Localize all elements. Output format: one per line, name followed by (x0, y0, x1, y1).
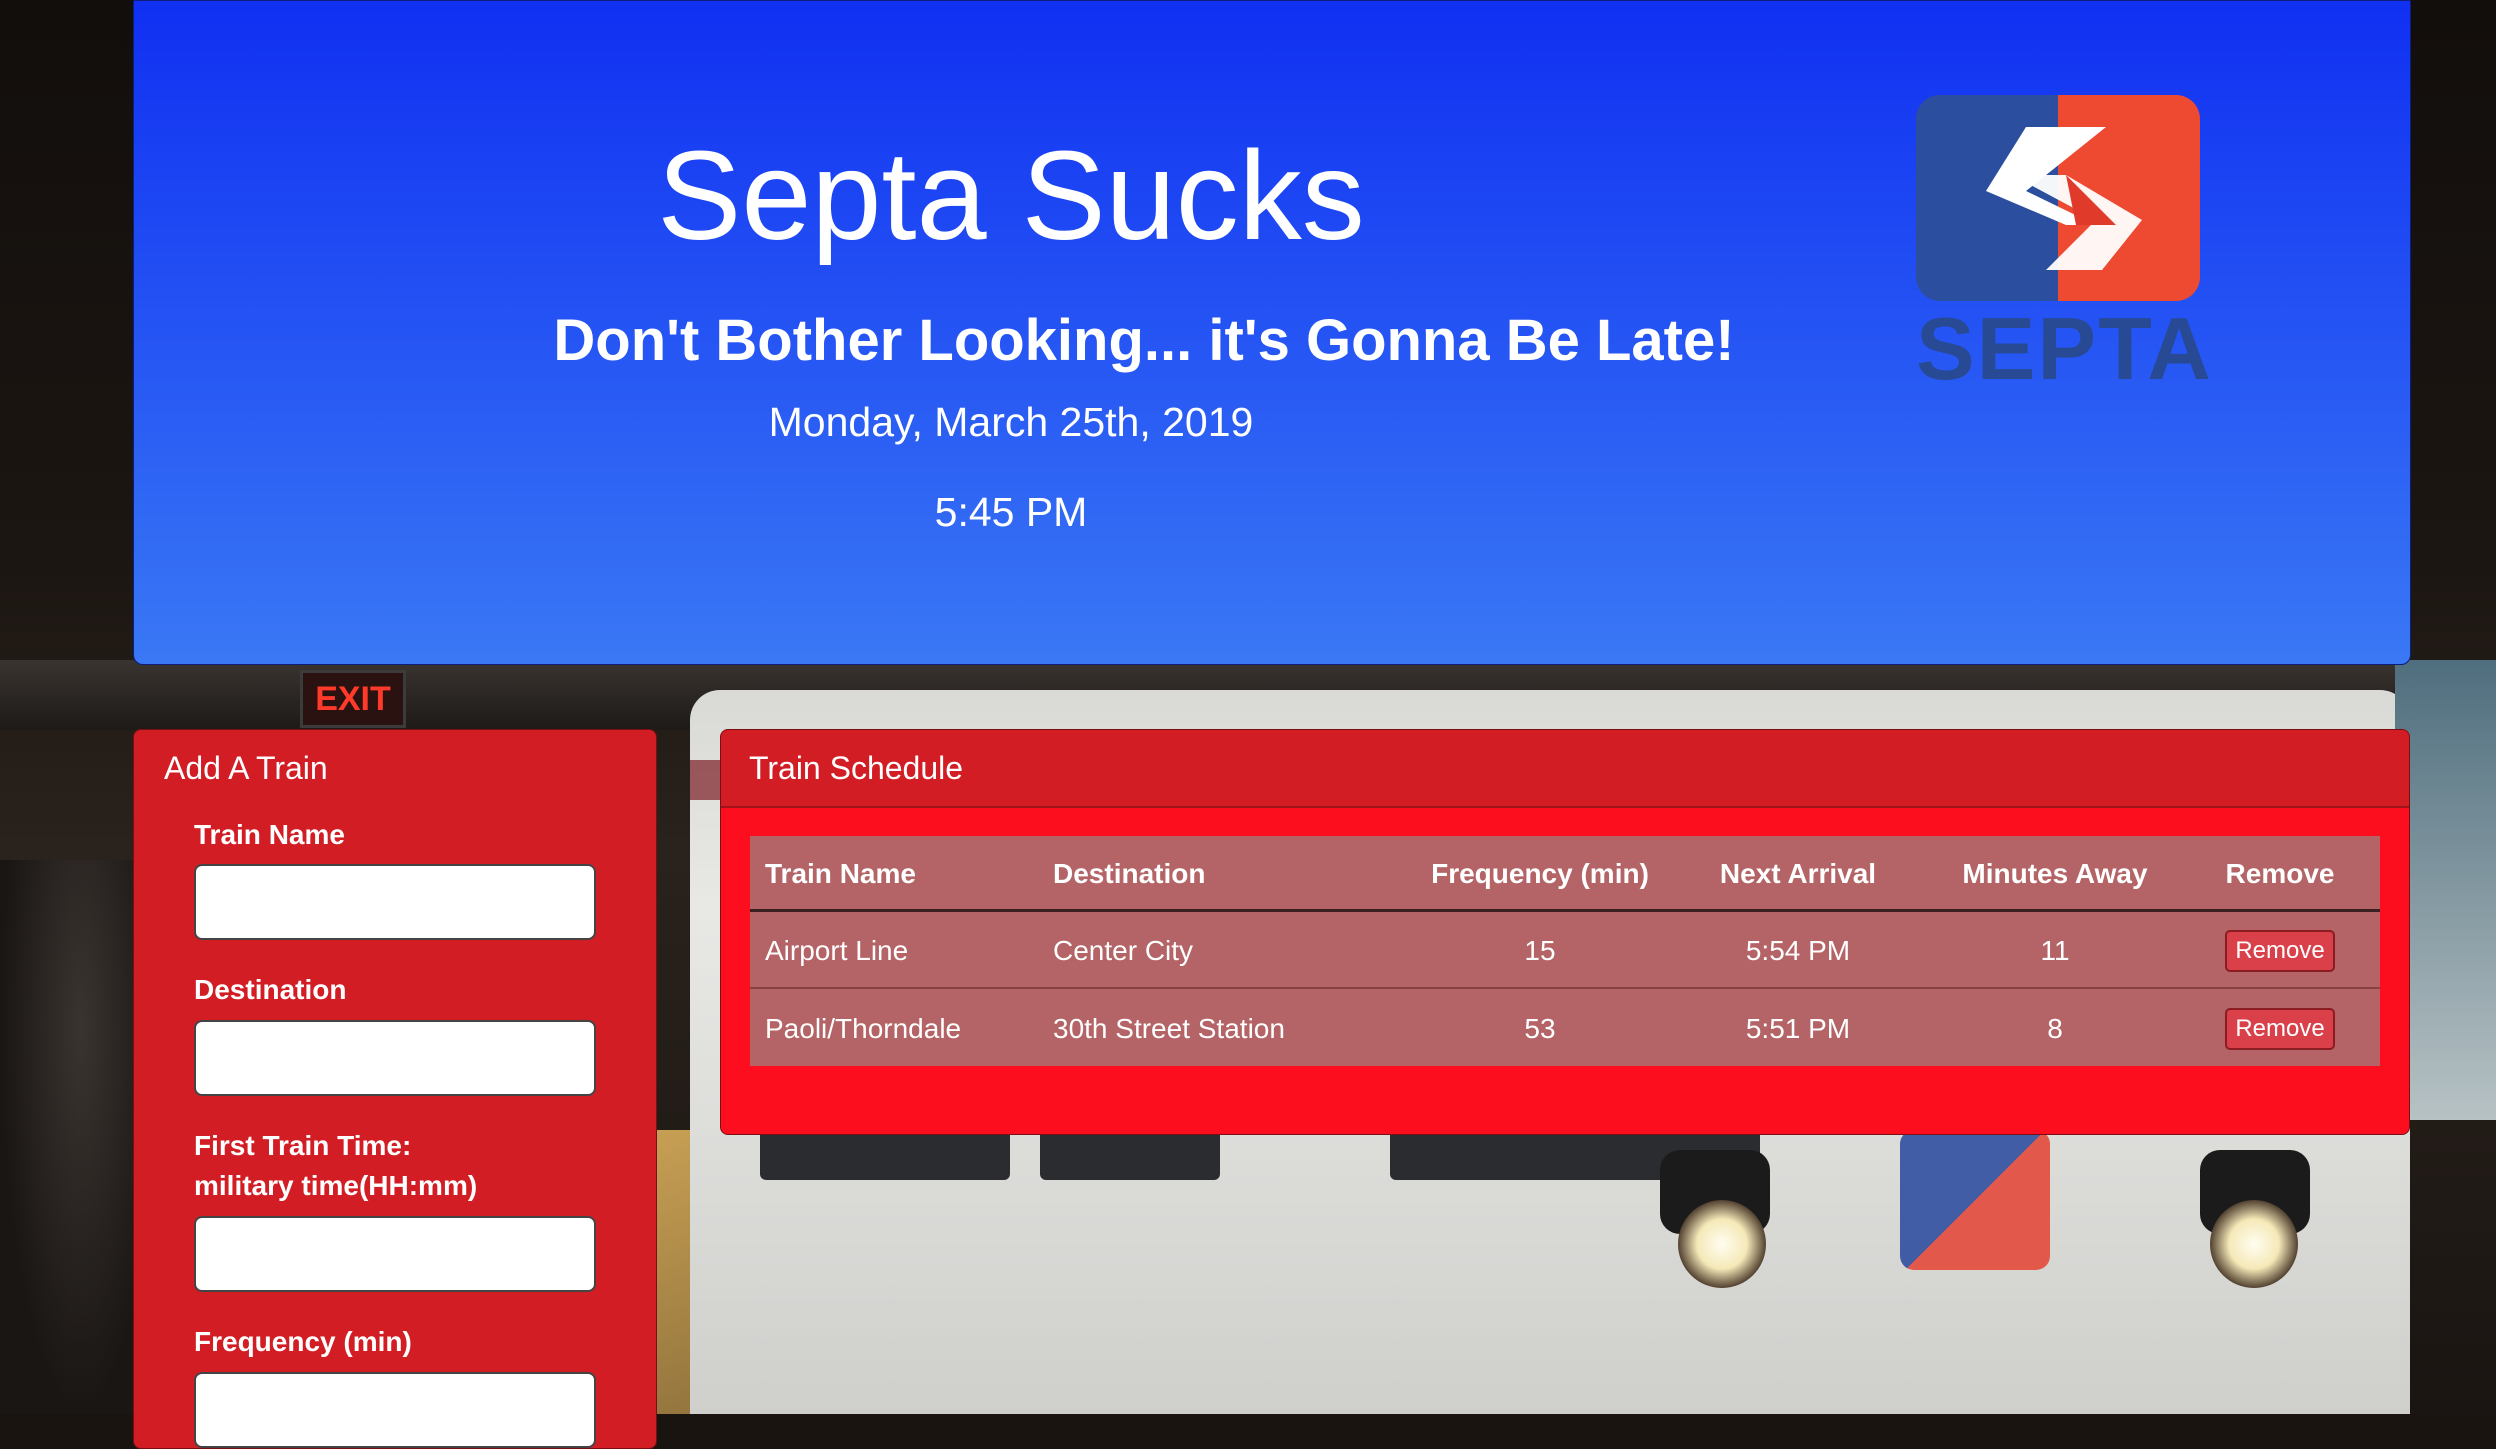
schedule-table: Train Name Destination Frequency (min) N… (750, 836, 2380, 1066)
col-train-name: Train Name (765, 858, 916, 889)
first-train-time-label: First Train Time: (194, 1130, 412, 1161)
col-frequency: Frequency (min) (1431, 858, 1649, 889)
exit-sign: EXIT (300, 670, 406, 728)
train-name-cell: Airport Line (765, 935, 909, 966)
background-commuters (0, 860, 135, 1414)
first-train-time-hint: military time(HH:mm) (194, 1170, 478, 1201)
train-schedule-header: Train Schedule (721, 730, 2409, 808)
next-arrival-cell: 5:51 PM (1745, 1013, 1851, 1044)
remove-button[interactable]: Remove (2225, 1008, 2335, 1050)
train-name-cell: Paoli/Thorndale (765, 1013, 962, 1044)
destination-input[interactable] (194, 1020, 596, 1096)
ad-sign (2395, 660, 2496, 1120)
add-train-panel: Add A Train Train Name Destination First… (133, 729, 657, 1449)
add-train-title: Add A Train (164, 750, 328, 786)
frequency-label: Frequency (min) (194, 1326, 412, 1357)
minutes-away-cell: 8 (2047, 1013, 2063, 1044)
frequency-cell: 15 (1524, 935, 1556, 966)
septa-logo-text: SEPTA (1916, 299, 2213, 398)
remove-button[interactable]: Remove (2225, 930, 2335, 972)
train-schedule-title: Train Schedule (749, 750, 964, 786)
page-subtitle: Don't Bother Looking... it's Gonna Be La… (553, 308, 1735, 373)
frequency-cell: 53 (1524, 1013, 1556, 1044)
col-next-arrival: Next Arrival (1719, 858, 1877, 889)
train-name-input[interactable] (194, 864, 596, 940)
septa-logo-icon (1916, 95, 2200, 301)
col-destination: Destination (1053, 858, 1206, 889)
current-date: Monday, March 25th, 2019 (768, 399, 1254, 445)
train-schedule-panel: Train Schedule Train Name Destination Fr… (720, 729, 2410, 1135)
minutes-away-cell: 11 (2040, 935, 2070, 966)
first-train-time-input[interactable] (194, 1216, 596, 1292)
header-jumbotron: Septa Sucks Don't Bother Looking... it's… (133, 0, 2411, 665)
destination-cell: 30th Street Station (1053, 1013, 1285, 1044)
next-arrival-cell: 5:54 PM (1745, 935, 1851, 966)
current-time: 5:45 PM (934, 489, 1088, 535)
col-remove: Remove (2225, 858, 2335, 889)
train-name-label: Train Name (194, 819, 345, 850)
septa-logo: SEPTA (1916, 95, 2213, 398)
page-title: Septa Sucks (657, 125, 1365, 266)
frequency-input[interactable] (194, 1372, 596, 1448)
destination-label: Destination (194, 974, 347, 1005)
col-minutes-away: Minutes Away (1962, 858, 2148, 889)
train-logo (1900, 1130, 2050, 1270)
destination-cell: Center City (1053, 935, 1194, 966)
